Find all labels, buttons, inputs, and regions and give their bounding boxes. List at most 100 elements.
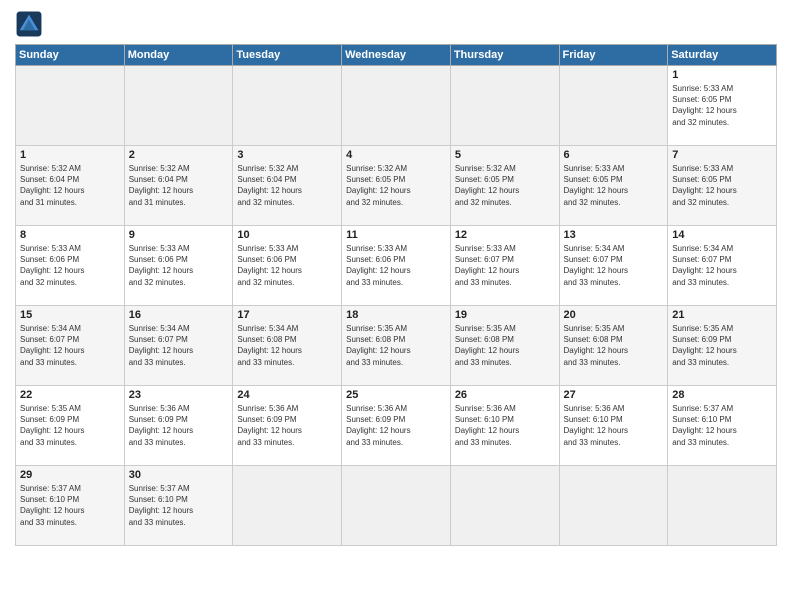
day-number: 5 xyxy=(455,149,555,161)
calendar-day xyxy=(342,466,451,546)
calendar-day xyxy=(450,466,559,546)
sunset-text: Sunset: 6:09 PM xyxy=(672,335,731,344)
daylight-text: Daylight: 12 hours xyxy=(237,266,301,275)
sunrise-text: Sunrise: 5:33 AM xyxy=(672,84,733,93)
daylight-text: Daylight: 12 hours xyxy=(129,186,193,195)
day-info: Sunrise: 5:32 AM Sunset: 6:04 PM Dayligh… xyxy=(129,163,229,208)
calendar-day: 30 Sunrise: 5:37 AM Sunset: 6:10 PM Dayl… xyxy=(124,466,233,546)
header xyxy=(15,10,777,38)
calendar-day xyxy=(124,66,233,146)
calendar-day: 1 Sunrise: 5:33 AM Sunset: 6:05 PM Dayli… xyxy=(668,66,777,146)
daylight-minutes: and 33 minutes. xyxy=(129,358,186,367)
daylight-text: Daylight: 12 hours xyxy=(455,186,519,195)
daylight-text: Daylight: 12 hours xyxy=(237,186,301,195)
daylight-minutes: and 33 minutes. xyxy=(237,358,294,367)
sunset-text: Sunset: 6:05 PM xyxy=(346,175,405,184)
day-number: 15 xyxy=(20,309,120,321)
sunrise-text: Sunrise: 5:36 AM xyxy=(346,404,407,413)
sunset-text: Sunset: 6:07 PM xyxy=(129,335,188,344)
day-number: 9 xyxy=(129,229,229,241)
calendar-week-row: 1 Sunrise: 5:32 AM Sunset: 6:04 PM Dayli… xyxy=(16,146,777,226)
sunrise-text: Sunrise: 5:33 AM xyxy=(20,244,81,253)
sunset-text: Sunset: 6:05 PM xyxy=(672,95,731,104)
daylight-text: Daylight: 12 hours xyxy=(20,186,84,195)
daylight-text: Daylight: 12 hours xyxy=(346,266,410,275)
day-info: Sunrise: 5:34 AM Sunset: 6:07 PM Dayligh… xyxy=(564,243,664,288)
day-number: 16 xyxy=(129,309,229,321)
calendar-day: 26 Sunrise: 5:36 AM Sunset: 6:10 PM Dayl… xyxy=(450,386,559,466)
calendar-day: 12 Sunrise: 5:33 AM Sunset: 6:07 PM Dayl… xyxy=(450,226,559,306)
daylight-minutes: and 33 minutes. xyxy=(455,358,512,367)
day-number: 7 xyxy=(672,149,772,161)
daylight-text: Daylight: 12 hours xyxy=(672,266,736,275)
calendar-day: 4 Sunrise: 5:32 AM Sunset: 6:05 PM Dayli… xyxy=(342,146,451,226)
day-info: Sunrise: 5:34 AM Sunset: 6:07 PM Dayligh… xyxy=(672,243,772,288)
daylight-minutes: and 32 minutes. xyxy=(564,198,621,207)
daylight-text: Daylight: 12 hours xyxy=(20,346,84,355)
sunrise-text: Sunrise: 5:33 AM xyxy=(672,164,733,173)
calendar-day: 2 Sunrise: 5:32 AM Sunset: 6:04 PM Dayli… xyxy=(124,146,233,226)
daylight-minutes: and 33 minutes. xyxy=(564,278,621,287)
day-info: Sunrise: 5:36 AM Sunset: 6:09 PM Dayligh… xyxy=(346,403,446,448)
daylight-text: Daylight: 12 hours xyxy=(564,346,628,355)
day-number: 18 xyxy=(346,309,446,321)
day-number: 13 xyxy=(564,229,664,241)
sunrise-text: Sunrise: 5:32 AM xyxy=(129,164,190,173)
col-tuesday: Tuesday xyxy=(233,45,342,66)
daylight-minutes: and 33 minutes. xyxy=(455,438,512,447)
daylight-minutes: and 33 minutes. xyxy=(346,278,403,287)
sunrise-text: Sunrise: 5:36 AM xyxy=(564,404,625,413)
col-wednesday: Wednesday xyxy=(342,45,451,66)
calendar-day: 6 Sunrise: 5:33 AM Sunset: 6:05 PM Dayli… xyxy=(559,146,668,226)
day-number: 11 xyxy=(346,229,446,241)
daylight-minutes: and 32 minutes. xyxy=(672,198,729,207)
daylight-text: Daylight: 12 hours xyxy=(455,426,519,435)
day-info: Sunrise: 5:33 AM Sunset: 6:06 PM Dayligh… xyxy=(20,243,120,288)
sunset-text: Sunset: 6:05 PM xyxy=(564,175,623,184)
day-info: Sunrise: 5:32 AM Sunset: 6:04 PM Dayligh… xyxy=(20,163,120,208)
day-number: 28 xyxy=(672,389,772,401)
sunset-text: Sunset: 6:08 PM xyxy=(455,335,514,344)
calendar-container: Sunday Monday Tuesday Wednesday Thursday… xyxy=(0,0,792,612)
day-number: 3 xyxy=(237,149,337,161)
calendar-day: 9 Sunrise: 5:33 AM Sunset: 6:06 PM Dayli… xyxy=(124,226,233,306)
day-number: 6 xyxy=(564,149,664,161)
daylight-minutes: and 32 minutes. xyxy=(237,278,294,287)
day-number: 21 xyxy=(672,309,772,321)
calendar-day xyxy=(559,66,668,146)
calendar-day: 19 Sunrise: 5:35 AM Sunset: 6:08 PM Dayl… xyxy=(450,306,559,386)
logo xyxy=(15,10,47,38)
sunrise-text: Sunrise: 5:34 AM xyxy=(672,244,733,253)
calendar-day: 10 Sunrise: 5:33 AM Sunset: 6:06 PM Dayl… xyxy=(233,226,342,306)
day-info: Sunrise: 5:37 AM Sunset: 6:10 PM Dayligh… xyxy=(672,403,772,448)
daylight-minutes: and 33 minutes. xyxy=(455,278,512,287)
daylight-text: Daylight: 12 hours xyxy=(672,106,736,115)
sunrise-text: Sunrise: 5:32 AM xyxy=(237,164,298,173)
daylight-text: Daylight: 12 hours xyxy=(564,426,628,435)
daylight-minutes: and 33 minutes. xyxy=(564,438,621,447)
daylight-text: Daylight: 12 hours xyxy=(346,426,410,435)
day-info: Sunrise: 5:34 AM Sunset: 6:07 PM Dayligh… xyxy=(129,323,229,368)
day-info: Sunrise: 5:34 AM Sunset: 6:07 PM Dayligh… xyxy=(20,323,120,368)
daylight-text: Daylight: 12 hours xyxy=(346,186,410,195)
calendar-header-row: Sunday Monday Tuesday Wednesday Thursday… xyxy=(16,45,777,66)
calendar-day xyxy=(342,66,451,146)
day-info: Sunrise: 5:36 AM Sunset: 6:10 PM Dayligh… xyxy=(455,403,555,448)
daylight-text: Daylight: 12 hours xyxy=(20,426,84,435)
sunset-text: Sunset: 6:09 PM xyxy=(20,415,79,424)
daylight-minutes: and 33 minutes. xyxy=(564,358,621,367)
sunrise-text: Sunrise: 5:34 AM xyxy=(129,324,190,333)
day-number: 22 xyxy=(20,389,120,401)
sunset-text: Sunset: 6:07 PM xyxy=(20,335,79,344)
day-info: Sunrise: 5:35 AM Sunset: 6:09 PM Dayligh… xyxy=(672,323,772,368)
sunset-text: Sunset: 6:10 PM xyxy=(564,415,623,424)
daylight-minutes: and 33 minutes. xyxy=(129,518,186,527)
daylight-text: Daylight: 12 hours xyxy=(129,506,193,515)
day-number: 19 xyxy=(455,309,555,321)
sunrise-text: Sunrise: 5:34 AM xyxy=(237,324,298,333)
daylight-minutes: and 32 minutes. xyxy=(455,198,512,207)
calendar-day: 8 Sunrise: 5:33 AM Sunset: 6:06 PM Dayli… xyxy=(16,226,125,306)
daylight-text: Daylight: 12 hours xyxy=(564,266,628,275)
day-number: 8 xyxy=(20,229,120,241)
sunrise-text: Sunrise: 5:37 AM xyxy=(20,484,81,493)
